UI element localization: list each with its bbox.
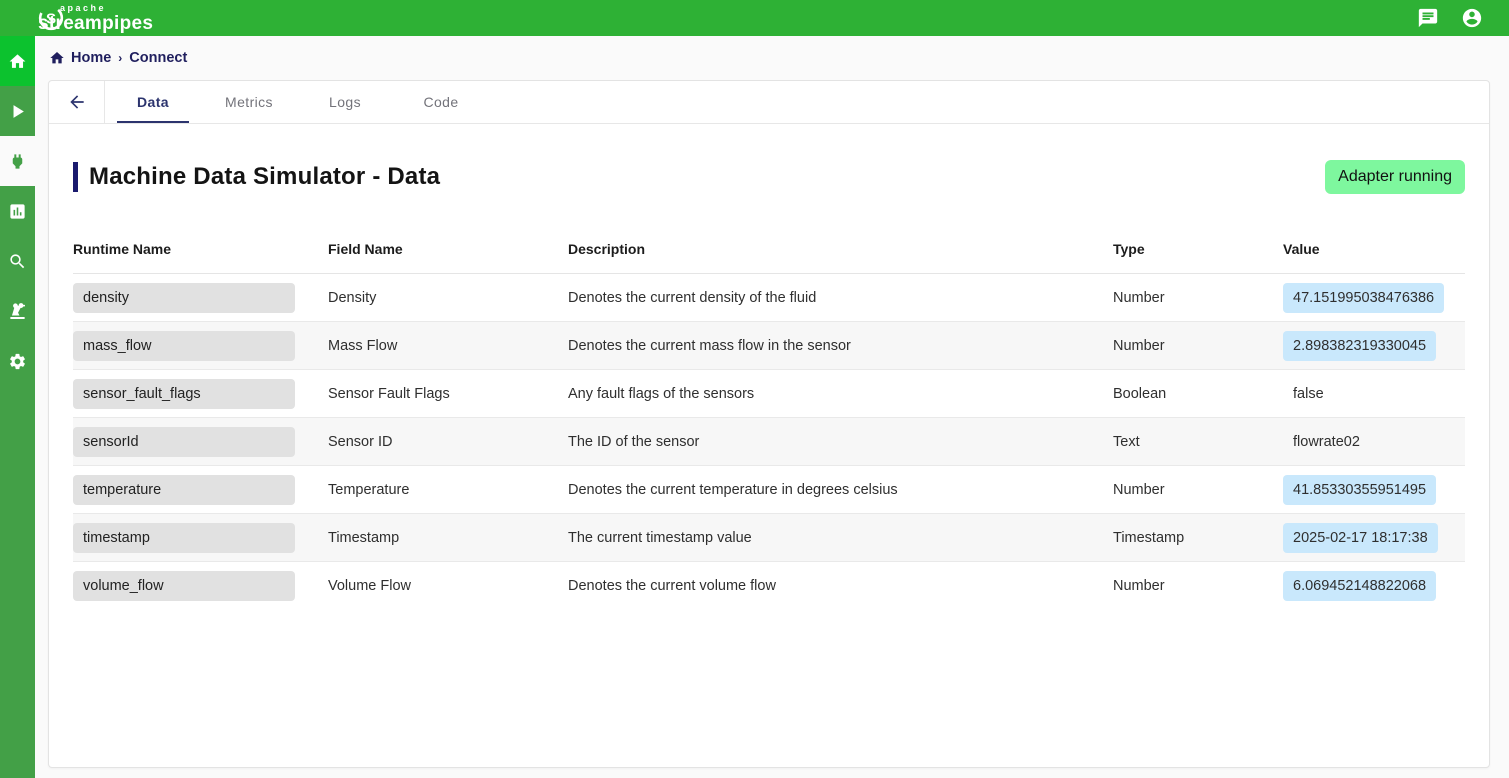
- table-header-row: Runtime Name Field Name Description Type…: [73, 224, 1465, 274]
- value-cell: 2.898382319330045: [1283, 331, 1436, 361]
- svg-text:S: S: [46, 10, 56, 27]
- field-name-cell: Density: [328, 290, 568, 306]
- field-name-cell: Mass Flow: [328, 338, 568, 354]
- top-bar: S apache streampipes: [0, 0, 1509, 36]
- table-row: temperature Temperature Denotes the curr…: [73, 466, 1465, 514]
- header-field-name: Field Name: [328, 241, 568, 257]
- breadcrumb: Home › Connect: [35, 36, 1509, 80]
- tab-content: Machine Data Simulator - Data Adapter ru…: [49, 124, 1489, 767]
- tab-code[interactable]: Code: [393, 81, 489, 123]
- table-row: sensor_fault_flags Sensor Fault Flags An…: [73, 370, 1465, 418]
- header-type: Type: [1113, 241, 1283, 257]
- value-cell: 6.069452148822068: [1283, 571, 1436, 601]
- back-button[interactable]: [49, 81, 105, 123]
- sidebar-item-assets[interactable]: [0, 286, 35, 336]
- adapter-details-card: Data Metrics Logs Code Machine Data Simu…: [48, 80, 1490, 768]
- plug-icon: [8, 152, 27, 171]
- type-cell: Text: [1113, 434, 1283, 450]
- breadcrumb-connect[interactable]: Connect: [129, 50, 187, 66]
- description-cell: Any fault flags of the sensors: [568, 386, 1113, 402]
- type-cell: Number: [1113, 482, 1283, 498]
- table-body: density Density Denotes the current dens…: [73, 274, 1465, 610]
- type-cell: Boolean: [1113, 386, 1283, 402]
- value-cell: flowrate02: [1283, 427, 1370, 457]
- value-cell: 41.85330355951495: [1283, 475, 1436, 505]
- page-title: Machine Data Simulator - Data: [89, 163, 440, 191]
- sidebar-item-data-explorer[interactable]: [0, 236, 35, 286]
- header-value: Value: [1283, 241, 1465, 257]
- field-name-cell: Volume Flow: [328, 578, 568, 594]
- description-cell: The current timestamp value: [568, 530, 1113, 546]
- field-name-cell: Timestamp: [328, 530, 568, 546]
- runtime-name-chip: temperature: [73, 475, 295, 505]
- field-name-cell: Sensor Fault Flags: [328, 386, 568, 402]
- header-description: Description: [568, 241, 1113, 257]
- title-row: Machine Data Simulator - Data Adapter ru…: [73, 160, 1465, 194]
- bar-chart-icon: [8, 202, 27, 221]
- brand-apache: apache: [60, 4, 153, 13]
- back-arrow-icon: [67, 92, 87, 112]
- tabs-bar: Data Metrics Logs Code: [49, 81, 1489, 124]
- field-name-cell: Temperature: [328, 482, 568, 498]
- adapter-status-badge: Adapter running: [1325, 160, 1465, 194]
- app-window: S apache streampipes: [0, 0, 1509, 778]
- breadcrumb-home[interactable]: Home: [71, 50, 111, 66]
- runtime-name-chip: sensorId: [73, 427, 295, 457]
- fields-table: Runtime Name Field Name Description Type…: [73, 224, 1465, 610]
- type-cell: Timestamp: [1113, 530, 1283, 546]
- runtime-name-chip: mass_flow: [73, 331, 295, 361]
- title-accent-bar: [73, 162, 78, 192]
- chat-icon[interactable]: [1417, 7, 1439, 29]
- table-row: sensorId Sensor ID The ID of the sensor …: [73, 418, 1465, 466]
- streampipes-s-icon: S: [38, 5, 64, 31]
- value-cell: 2025-02-17 18:17:38: [1283, 523, 1438, 553]
- type-cell: Number: [1113, 290, 1283, 306]
- description-cell: Denotes the current temperature in degre…: [568, 482, 1113, 498]
- runtime-name-chip: volume_flow: [73, 571, 295, 601]
- breadcrumb-home-icon: [49, 50, 65, 66]
- sidebar-item-connect[interactable]: [0, 136, 35, 186]
- main-area: Home › Connect Data Metrics Logs Code: [35, 36, 1509, 778]
- runtime-name-chip: sensor_fault_flags: [73, 379, 295, 409]
- tab-logs[interactable]: Logs: [297, 81, 393, 123]
- table-row: density Density Denotes the current dens…: [73, 274, 1465, 322]
- sidebar-item-dashboard[interactable]: [0, 186, 35, 236]
- search-icon: [8, 252, 27, 271]
- field-name-cell: Sensor ID: [328, 434, 568, 450]
- description-cell: The ID of the sensor: [568, 434, 1113, 450]
- value-cell: 47.151995038476386: [1283, 283, 1444, 313]
- play-icon: [8, 102, 27, 121]
- account-icon[interactable]: [1461, 7, 1483, 29]
- streampipes-logo[interactable]: S apache streampipes: [38, 4, 153, 33]
- description-cell: Denotes the current volume flow: [568, 578, 1113, 594]
- sidebar-item-pipelines[interactable]: [0, 86, 35, 136]
- value-cell: false: [1283, 379, 1334, 409]
- description-cell: Denotes the current mass flow in the sen…: [568, 338, 1113, 354]
- runtime-name-chip: timestamp: [73, 523, 295, 553]
- sidebar-item-home[interactable]: [0, 36, 35, 86]
- sidebar-nav: [0, 36, 35, 778]
- table-row: mass_flow Mass Flow Denotes the current …: [73, 322, 1465, 370]
- description-cell: Denotes the current density of the fluid: [568, 290, 1113, 306]
- sidebar-item-settings[interactable]: [0, 336, 35, 386]
- tab-data[interactable]: Data: [105, 81, 201, 123]
- home-icon: [8, 52, 27, 71]
- gear-icon: [8, 352, 27, 371]
- type-cell: Number: [1113, 338, 1283, 354]
- table-row: timestamp Timestamp The current timestam…: [73, 514, 1465, 562]
- runtime-name-chip: density: [73, 283, 295, 313]
- tab-metrics[interactable]: Metrics: [201, 81, 297, 123]
- topbar-actions: [1417, 7, 1495, 29]
- table-row: volume_flow Volume Flow Denotes the curr…: [73, 562, 1465, 610]
- robot-arm-icon: [8, 302, 27, 321]
- breadcrumb-separator: ›: [118, 51, 122, 65]
- header-runtime-name: Runtime Name: [73, 241, 328, 257]
- type-cell: Number: [1113, 578, 1283, 594]
